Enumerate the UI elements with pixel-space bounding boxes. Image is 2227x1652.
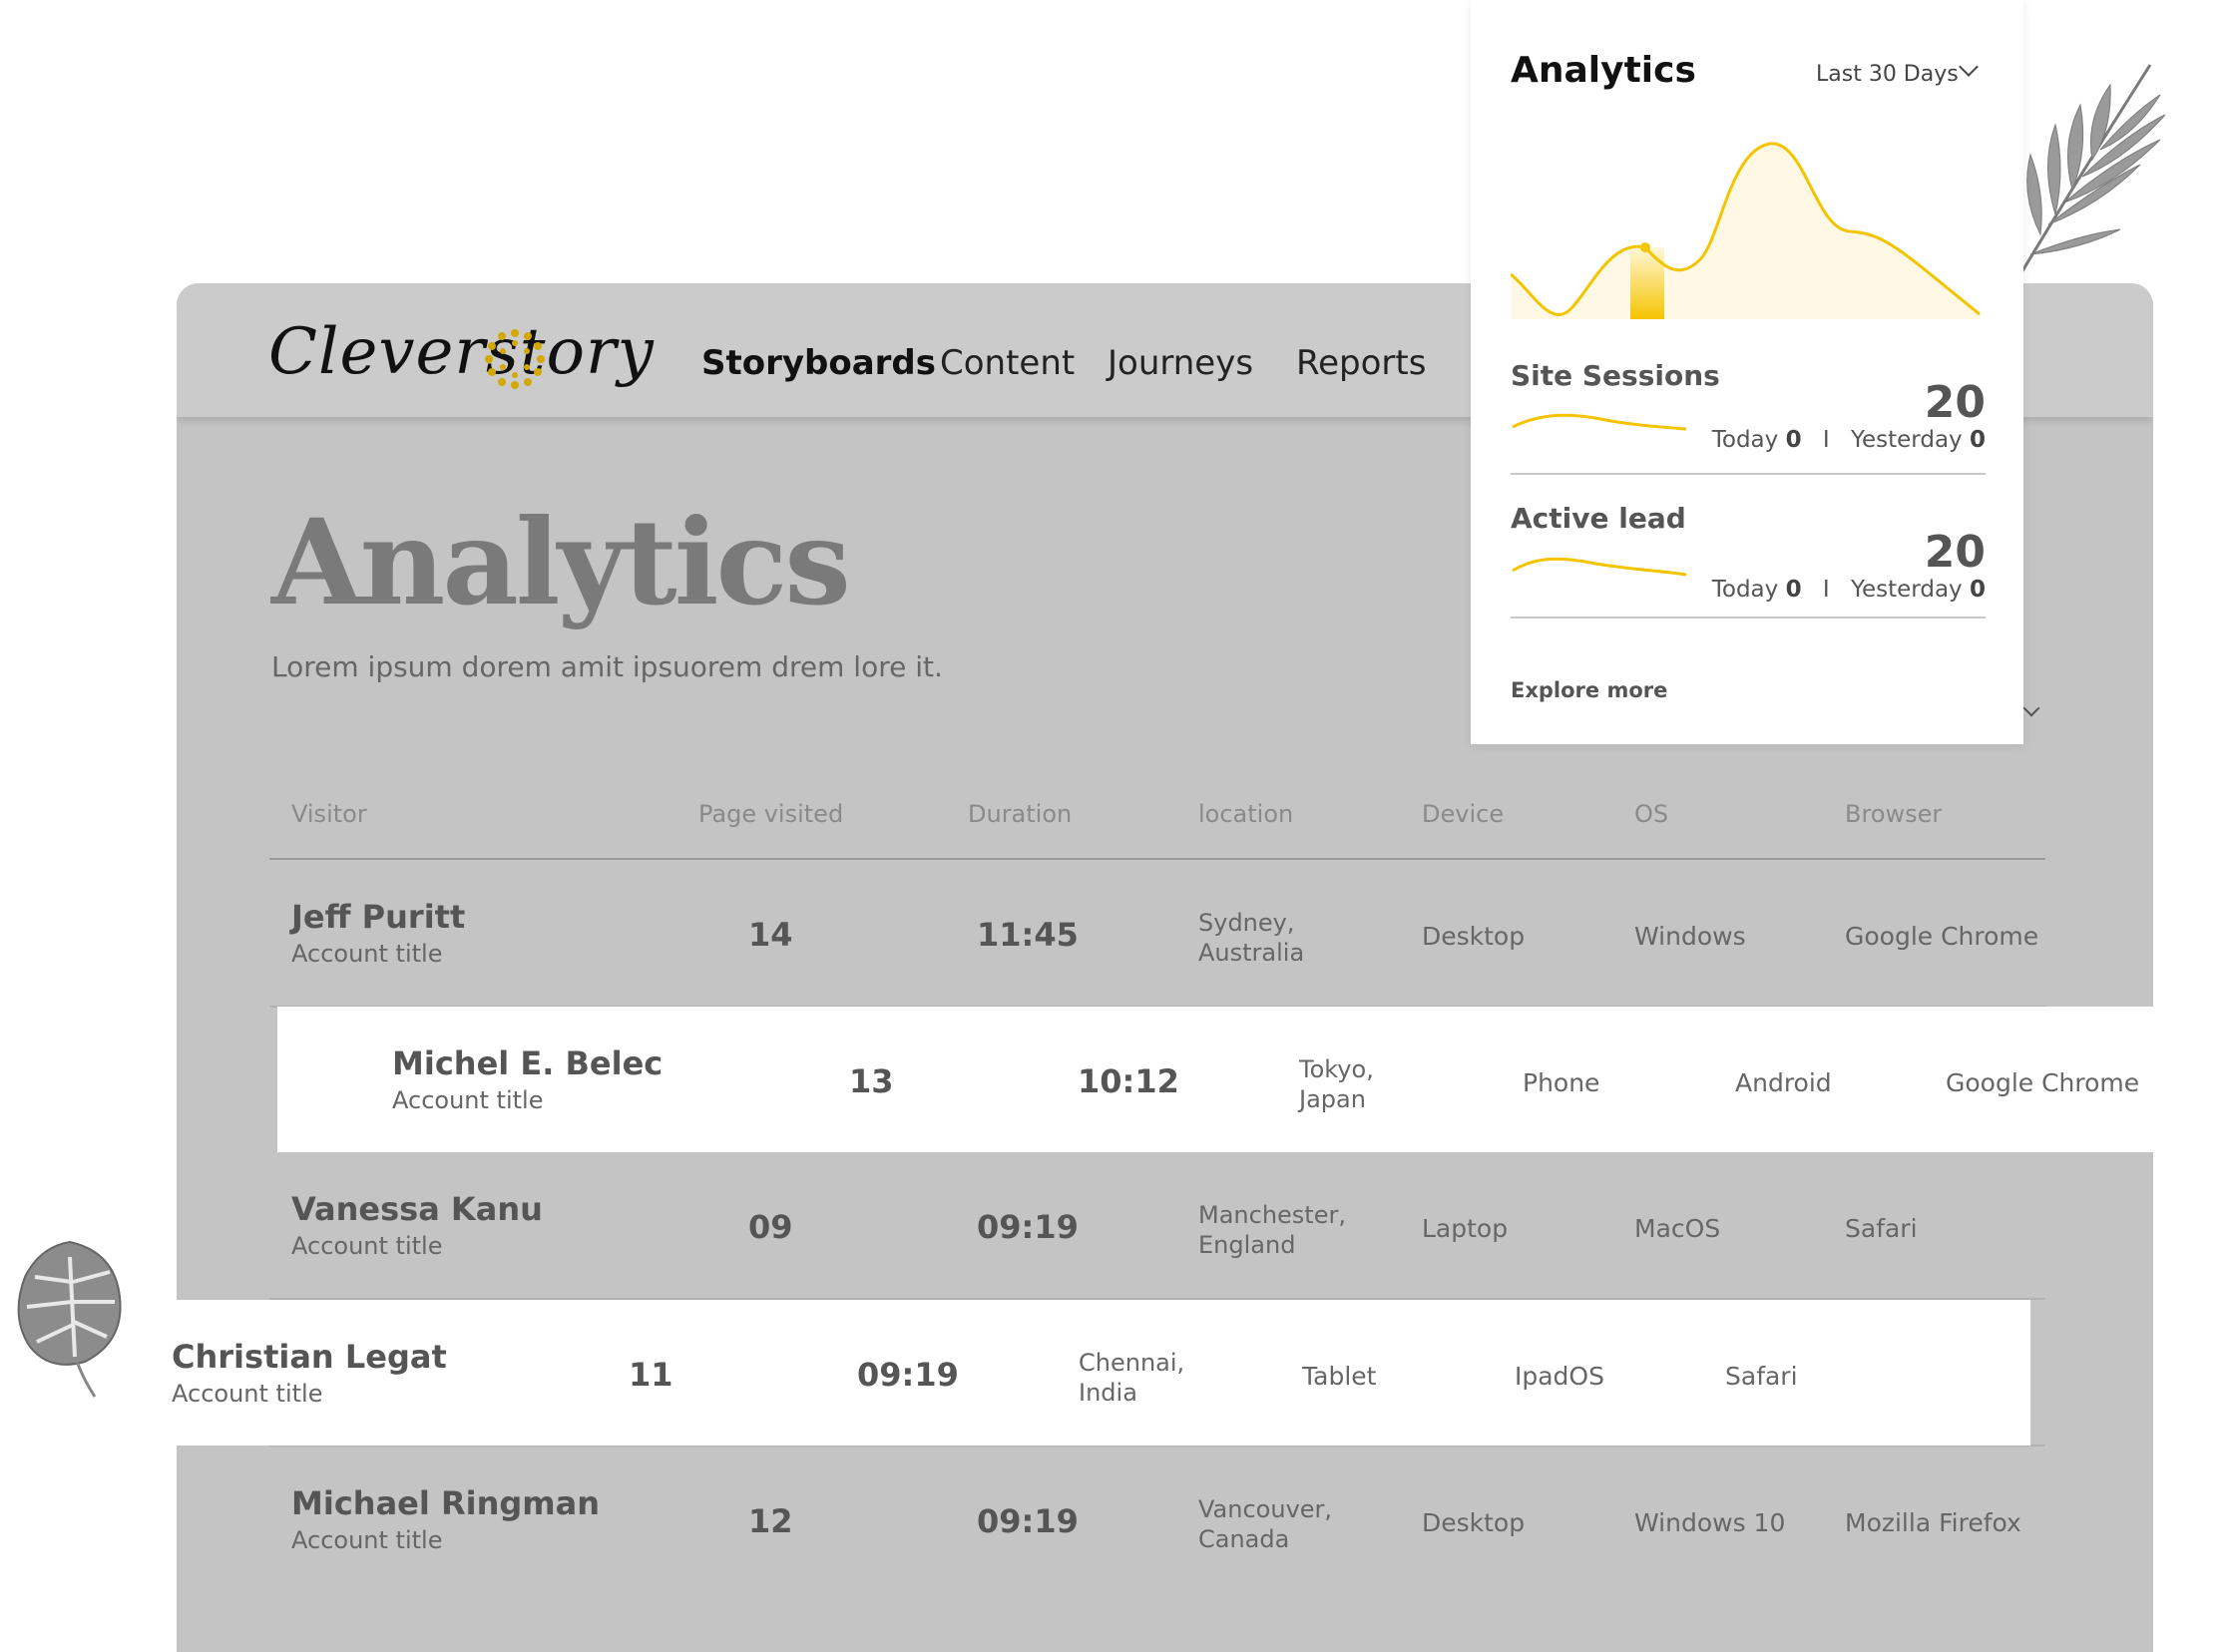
chevron-down-icon[interactable] (1959, 57, 1979, 77)
column-location[interactable]: location (1198, 800, 1293, 828)
table-row[interactable]: Vanessa Kanu Account title 09 09:19 Manc… (269, 1152, 2045, 1298)
account-title: Account title (291, 1232, 443, 1260)
device: Laptop (1422, 1214, 1509, 1243)
metric-value-site-sessions: 20 (1924, 377, 1986, 428)
today-label: Today (1711, 427, 1779, 453)
metric-divider (1511, 473, 1986, 475)
location-line2: India (1079, 1379, 1137, 1407)
pages-visited: 12 (748, 1502, 793, 1540)
os: Windows (1634, 922, 1746, 951)
duration: 10:12 (1078, 1062, 1179, 1100)
location-line2: Canada (1198, 1525, 1290, 1553)
site-sessions-sparkline (1512, 413, 1687, 431)
os: MacOS (1634, 1214, 1721, 1243)
column-page-visited[interactable]: Page visited (698, 800, 843, 828)
device: Tablet (1302, 1362, 1377, 1391)
visitor-name: Michael Ringman (291, 1484, 600, 1522)
nav-reports[interactable]: Reports (1296, 343, 1426, 383)
browser: Safari (1845, 1214, 1918, 1243)
yesterday-label: Yesterday (1851, 577, 1963, 603)
table-row[interactable]: Jeff Puritt Account title 14 11:45 Sydne… (269, 860, 2045, 1006)
account-title: Account title (392, 1086, 544, 1114)
pages-visited: 14 (748, 916, 793, 954)
browser: Safari (1725, 1362, 1798, 1391)
location-line1: Tokyo, (1299, 1055, 1374, 1083)
metric-divider (1511, 617, 1986, 619)
account-title: Account title (172, 1380, 323, 1408)
location-line1: Sydney, (1198, 909, 1295, 937)
monstera-leaf-decoration (17, 1240, 122, 1398)
location-line1: Manchester, (1198, 1201, 1346, 1229)
today-value: 0 (1785, 577, 1802, 603)
visitor-name: Vanessa Kanu (291, 1190, 543, 1228)
nav-storyboards[interactable]: Storyboards (701, 343, 936, 383)
active-lead-sparkline (1512, 557, 1687, 577)
visitor-name: Michel E. Belec (392, 1044, 664, 1082)
metric-value-active-lead: 20 (1924, 527, 1986, 578)
location-line1: Chennai, (1079, 1349, 1185, 1377)
duration: 11:45 (977, 916, 1079, 954)
pages-visited: 11 (629, 1356, 673, 1394)
metric-label-site-sessions: Site Sessions (1511, 359, 1720, 392)
browser: Mozilla Firefox (1845, 1508, 2021, 1537)
analytics-card: Analytics Last 30 Days Site Sessions 20 … (1471, 0, 2023, 744)
duration: 09:19 (977, 1502, 1079, 1540)
palm-leaf-decoration (2018, 64, 2166, 275)
page-title: Analytics (271, 493, 851, 631)
today-value: 0 (1785, 427, 1802, 453)
metric-sub-active-lead: Today 0 I Yesterday 0 (1712, 577, 1986, 603)
date-range-dropdown[interactable]: Last 30 Days (1816, 62, 1959, 87)
yesterday-value: 0 (1969, 427, 1986, 453)
explore-more-link[interactable]: Explore more (1511, 678, 1667, 702)
card-title: Analytics (1511, 50, 1696, 91)
cleverstory-logo[interactable]: Cleverstory (268, 307, 654, 397)
pages-visited: 13 (849, 1062, 894, 1100)
chevron-down-icon[interactable] (2022, 699, 2040, 717)
today-label: Today (1711, 577, 1779, 603)
column-device[interactable]: Device (1422, 800, 1504, 828)
device: Desktop (1422, 1508, 1526, 1537)
metric-sub-site-sessions: Today 0 I Yesterday 0 (1712, 427, 1986, 453)
column-browser[interactable]: Browser (1845, 800, 1942, 828)
os: Windows 10 (1634, 1508, 1786, 1537)
nav-content[interactable]: Content (940, 343, 1075, 383)
account-title: Account title (291, 940, 443, 968)
yesterday-value: 0 (1969, 577, 1986, 603)
nav-journeys[interactable]: Journeys (1108, 343, 1253, 383)
location-line2: England (1198, 1231, 1296, 1259)
duration: 09:19 (857, 1356, 959, 1394)
pages-visited: 09 (748, 1208, 793, 1246)
logo-sun-icon (485, 329, 545, 389)
browser: Google Chrome (1845, 922, 2039, 951)
sessions-area-chart (1511, 142, 1981, 319)
location-line2: Australia (1198, 939, 1305, 967)
column-os[interactable]: OS (1634, 800, 1668, 828)
visitor-name: Jeff Puritt (291, 898, 466, 936)
separator: I (1822, 427, 1830, 453)
separator: I (1822, 577, 1830, 603)
table-row[interactable]: Christian Legat Account title 11 09:19 C… (172, 1300, 2030, 1446)
browser: Google Chrome (1946, 1068, 2140, 1097)
metric-label-active-lead: Active lead (1511, 502, 1686, 535)
device: Desktop (1422, 922, 1526, 951)
location-line1: Vancouver, (1198, 1495, 1333, 1523)
visitor-name: Christian Legat (172, 1338, 447, 1376)
location-line2: Japan (1299, 1085, 1366, 1113)
os: IpadOS (1515, 1362, 1604, 1391)
table-row[interactable]: Michael Ringman Account title 12 09:19 V… (269, 1446, 2045, 1592)
account-title: Account title (291, 1526, 443, 1554)
table-row[interactable]: Michel E. Belec Account title 13 10:12 T… (277, 1007, 2153, 1152)
column-duration[interactable]: Duration (968, 800, 1072, 828)
os: Android (1735, 1068, 1832, 1097)
yesterday-label: Yesterday (1851, 427, 1963, 453)
device: Phone (1523, 1068, 1600, 1097)
page-subtitle: Lorem ipsum dorem amit ipsuorem drem lor… (271, 650, 943, 683)
logo-text: Cleverstory (268, 315, 655, 389)
duration: 09:19 (977, 1208, 1079, 1246)
column-visitor[interactable]: Visitor (291, 800, 367, 828)
